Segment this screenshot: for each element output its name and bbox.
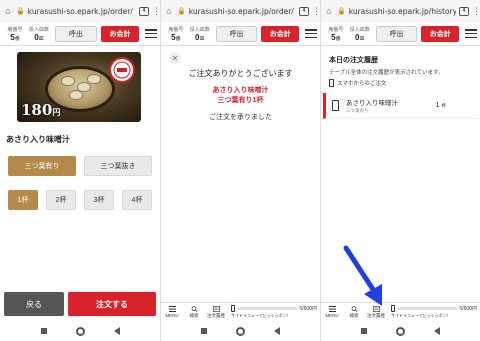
app-header: 席番号 5番 投入皿数 0皿 呼出 お会計 [321,22,480,46]
browser-url-bar: ⌂ 🔒 kurasushi-so.epark.jp/order/ 4 ⋮ [161,0,320,22]
hamburger-menu-icon[interactable] [465,29,477,38]
option-with-mitsuba[interactable]: 三つ葉有り [8,156,76,176]
menu-icon [168,306,176,312]
clam-image [61,76,75,86]
browser-menu-icon[interactable]: ⋮ [152,6,160,17]
product-actions: 戻る 注文する [4,292,156,316]
browser-url-bar: ⌂ 🔒 kurasushi-so.epark.jp/history 4 ⋮ [321,0,480,22]
quantity-2[interactable]: 2杯 [46,190,76,210]
order-button[interactable]: 注文する [68,292,156,316]
option-without-mitsuba[interactable]: 三つ葉抜き [84,156,152,176]
lock-icon: 🔒 [177,8,186,15]
hamburger-menu-icon[interactable] [145,29,157,38]
close-icon[interactable]: ✕ [169,52,181,64]
android-nav-bar [0,321,160,341]
tab-menu[interactable]: MENU [161,303,183,321]
android-nav-bar [321,321,480,341]
thanks-message: ご注文ありがとうございます [188,69,293,78]
product-screen: ⌂ 🔒 kurasushi-so.epark.jp/order/ 4 ⋮ 席番号… [0,0,160,341]
home-icon[interactable]: ⌂ [324,6,334,16]
home-nav-icon[interactable] [235,326,245,336]
seat-number: 席番号 5番 [168,26,184,42]
history-item-quantity: 1 杯 [435,102,446,109]
history-row: あさり入り味噌汁 三つ葉有り 1 杯 [323,93,478,119]
progress-caption: サイドメニューでビッくらポン！ [391,313,451,318]
bikkura-pon-progress[interactable]: 0/500円 サイドメニューでビッくらポン！ [227,303,320,321]
recent-apps-icon[interactable] [361,328,368,334]
home-icon[interactable]: ⌂ [164,6,174,16]
tab-count-icon[interactable]: 4 [139,6,149,16]
history-description: テーブル全体の注文履歴が表示されています。 [329,70,444,76]
quantity-4[interactable]: 4杯 [122,190,152,210]
plate-count: 投入皿数 0皿 [189,26,210,42]
phone-icon [332,100,339,111]
seat-number: 席番号 5番 [7,26,23,42]
call-button[interactable]: 呼出 [215,25,258,42]
option-group: 三つ葉有り 三つ葉抜き [8,156,152,176]
app-header: 席番号 5番 投入皿数 0皿 呼出 お会計 [161,22,320,46]
progress-bar [237,307,298,310]
brand-stamp-icon [109,57,135,83]
quantity-1[interactable]: 1杯 [8,190,38,210]
tab-order-history[interactable]: 注文履歴 [205,303,227,321]
bottom-tab-bar: MENU 検索 注文履歴 0/500円 サイドメニューでビッくらポン！ [161,302,320,321]
quantity-3[interactable]: 3杯 [84,190,114,210]
recent-apps-icon[interactable] [40,328,47,334]
browser-menu-icon[interactable]: ⋮ [312,6,320,17]
browser-url-bar: ⌂ 🔒 kurasushi-so.epark.jp/order/ 4 ⋮ [0,0,160,22]
progress-bar [397,307,458,310]
checkout-button[interactable]: お会計 [261,25,300,42]
receipt-icon [212,305,220,312]
home-icon[interactable]: ⌂ [3,6,13,16]
clam-image [87,74,101,84]
smartphone-order-legend: スマホからのご注文 [329,79,386,87]
home-nav-icon[interactable] [395,326,405,336]
ordered-item-detail: 三つ葉有り1杯 [217,97,264,104]
android-nav-bar [161,321,320,341]
tab-count-icon[interactable]: 4 [459,6,469,16]
checkout-button[interactable]: お会計 [101,25,139,42]
progress-caption: サイドメニューでビッくらポン！ [231,313,291,318]
menu-icon [328,306,336,312]
clam-image [69,90,83,100]
product-image: 180円 [17,52,141,122]
product-price: 180円 [21,101,61,119]
url-text[interactable]: kurasushi-so.epark.jp/history [349,7,456,16]
back-nav-icon[interactable] [273,327,280,335]
quantity-group: 1杯 2杯 3杯 4杯 [8,190,152,210]
confirmation-screen: ⌂ 🔒 kurasushi-so.epark.jp/order/ 4 ⋮ 席番号… [160,0,320,341]
home-nav-icon[interactable] [75,326,85,336]
ordered-item-name: あさり入り味噌汁 [212,87,269,94]
checkout-button[interactable]: お会計 [421,25,460,42]
annotation-arrow-icon [343,245,382,306]
lock-icon: 🔒 [337,8,346,15]
order-accepted-message: ご注文を承りました [209,114,272,121]
recent-apps-icon[interactable] [201,328,208,334]
call-button[interactable]: 呼出 [375,25,418,42]
back-nav-icon[interactable] [433,327,440,335]
product-name: あさり入り味噌汁 [6,135,70,144]
tab-count-icon[interactable]: 4 [299,6,309,16]
plate-count: 投入皿数 0皿 [28,26,49,42]
history-title: 本日の注文履歴 [329,57,378,64]
tab-search[interactable]: 検索 [183,303,205,321]
history-item-name: あさり入り味噌汁 [346,100,398,107]
app-header: 席番号 5番 投入皿数 0皿 呼出 お会計 [0,22,160,46]
back-nav-icon[interactable] [113,327,120,335]
url-text[interactable]: kurasushi-so.epark.jp/order/ [189,7,296,16]
browser-menu-icon[interactable]: ⋮ [472,6,480,17]
phone-icon [329,79,334,87]
back-button[interactable]: 戻る [4,292,64,316]
call-button[interactable]: 呼出 [55,25,97,42]
url-text[interactable]: kurasushi-so.epark.jp/order/ [28,7,136,16]
plate-count: 投入皿数 0皿 [349,26,370,42]
bikkura-pon-progress[interactable]: 0/500円 サイドメニューでビッくらポン！ [387,303,480,321]
seat-number: 席番号 5番 [328,26,344,42]
phone-icon [231,305,235,312]
lock-icon: 🔒 [16,8,25,15]
hamburger-menu-icon[interactable] [305,29,317,38]
history-item-option: 三つ葉有り [346,108,369,113]
search-icon [191,305,197,312]
